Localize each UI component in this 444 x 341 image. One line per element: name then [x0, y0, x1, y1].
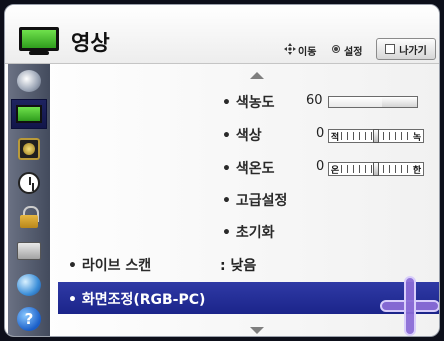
scroll-down-arrow-icon[interactable]	[250, 327, 264, 334]
slider-knob[interactable]	[373, 162, 379, 176]
balance-left-label: 적	[330, 132, 340, 143]
setting-label: • 색온도	[222, 161, 275, 177]
ok-button-icon	[332, 45, 340, 53]
sidebar-item-audio[interactable]	[11, 134, 47, 164]
picture-settings-list: • 색농도 60 • 색상 0 적 녹 • 색온도 0 온 한 • 고급설정 •…	[50, 64, 439, 336]
setting-value: : 낮음	[220, 258, 257, 274]
sidebar-item-channel[interactable]	[11, 66, 47, 96]
setting-label: • 색상	[222, 128, 262, 144]
balance-left-label: 온	[330, 165, 340, 176]
balance-right-label: 녹	[412, 132, 422, 143]
setting-label: • 라이브 스캔	[68, 258, 152, 274]
sidebar-item-help[interactable]: ?	[11, 304, 47, 334]
tv-icon	[16, 105, 42, 123]
slider-fill	[329, 97, 382, 107]
exit-icon	[385, 44, 396, 54]
tv-icon	[19, 27, 59, 55]
exit-button[interactable]: 나가기	[376, 38, 436, 60]
color-depth-slider[interactable]	[328, 96, 418, 108]
setting-label: • 고급설정	[222, 193, 288, 209]
balance-ticks	[341, 129, 411, 143]
page-title: 영상	[71, 31, 110, 55]
help-icon: ?	[17, 307, 41, 331]
list-item-advanced-settings[interactable]: • 고급설정	[50, 184, 439, 214]
menu-header: 영상 이동 설정 나가기	[5, 5, 439, 63]
color-temperature-balance-slider[interactable]: 온 한	[328, 162, 424, 176]
setting-label: • 색농도	[222, 95, 275, 111]
scroll-up-arrow-icon[interactable]	[250, 72, 264, 79]
move-arrows-icon	[284, 43, 296, 55]
list-item-color-depth[interactable]: • 색농도 60	[50, 86, 439, 116]
menu-body: ? • 색농도 60 • 색상 0 적 녹 • 색온도 0 온 한 • 고급설정…	[5, 63, 439, 336]
category-sidebar: ?	[8, 64, 50, 336]
sidebar-item-options[interactable]	[11, 236, 47, 266]
briefcase-icon	[17, 242, 41, 260]
tint-balance-slider[interactable]: 적 녹	[328, 129, 424, 143]
sidebar-item-picture[interactable]	[11, 99, 47, 129]
setting-value: 60	[306, 93, 323, 108]
balance-right-label: 한	[412, 165, 422, 176]
speaker-icon	[18, 138, 40, 160]
list-item-reset[interactable]: • 초기화	[50, 216, 439, 246]
sidebar-item-network[interactable]	[11, 270, 47, 300]
sidebar-item-time[interactable]	[11, 168, 47, 198]
setting-label: • 초기화	[222, 225, 275, 241]
slider-knob[interactable]	[373, 129, 379, 143]
balance-ticks	[341, 162, 411, 176]
hint-set-label: 설정	[344, 47, 363, 58]
picture-menu-window: 영상 이동 설정 나가기 ? • 색농도 60 • 색상 0 적 녹 • 색온도…	[4, 4, 440, 337]
list-item-live-scan[interactable]: • 라이브 스캔 : 낮음	[50, 249, 439, 279]
setting-value: 0	[316, 159, 325, 174]
hint-move-label: 이동	[298, 47, 317, 58]
globe-icon	[17, 274, 41, 296]
setting-value: 0	[316, 126, 325, 141]
exit-button-label: 나가기	[399, 45, 427, 57]
list-item-tint[interactable]: • 색상 0 적 녹	[50, 119, 439, 149]
sidebar-item-lock[interactable]	[11, 202, 47, 232]
satellite-icon	[17, 70, 41, 92]
lock-icon	[20, 206, 39, 228]
list-item-color-temperature[interactable]: • 색온도 0 온 한	[50, 152, 439, 182]
clock-icon	[18, 172, 40, 194]
setting-label: • 화면조정(RGB-PC)	[68, 292, 206, 308]
focus-cross-icon	[380, 276, 439, 336]
